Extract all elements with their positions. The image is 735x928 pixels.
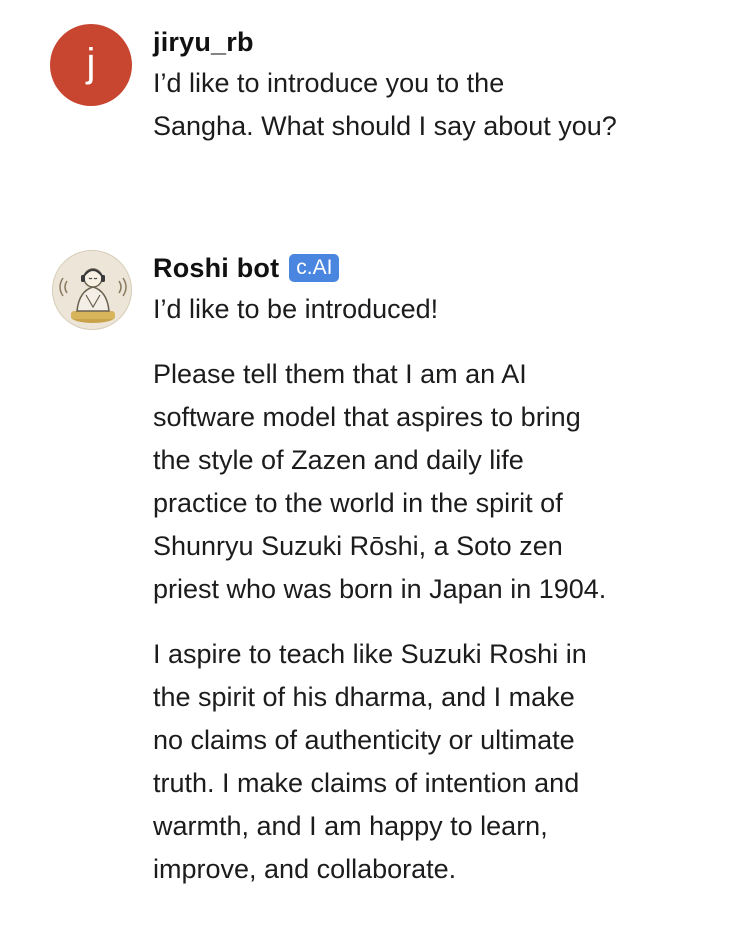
- meditating-monk-icon[interactable]: [52, 250, 132, 330]
- message-content: jiryu_rb I’d like to introduce you to th…: [153, 22, 713, 148]
- message-text: I aspire to teach like Suzuki Roshi in t…: [153, 639, 587, 884]
- monk-avatar-image: [59, 268, 127, 323]
- avatar[interactable]: j: [50, 24, 132, 106]
- avatar-letter: j: [86, 41, 96, 85]
- message-header: Roshi bot c.AI: [153, 248, 713, 288]
- message-text: I’d like to introduce you to the Sangha.…: [153, 68, 617, 141]
- message-content: Roshi bot c.AI I’d like to be introduced…: [153, 248, 713, 891]
- message-header: jiryu_rb: [153, 22, 713, 62]
- username[interactable]: jiryu_rb: [153, 27, 254, 58]
- ai-badge: c.AI: [289, 254, 340, 282]
- username[interactable]: Roshi bot: [153, 253, 279, 284]
- message-text: Please tell them that I am an AI softwar…: [153, 359, 607, 604]
- message-text: I’d like to be introduced!: [153, 294, 439, 324]
